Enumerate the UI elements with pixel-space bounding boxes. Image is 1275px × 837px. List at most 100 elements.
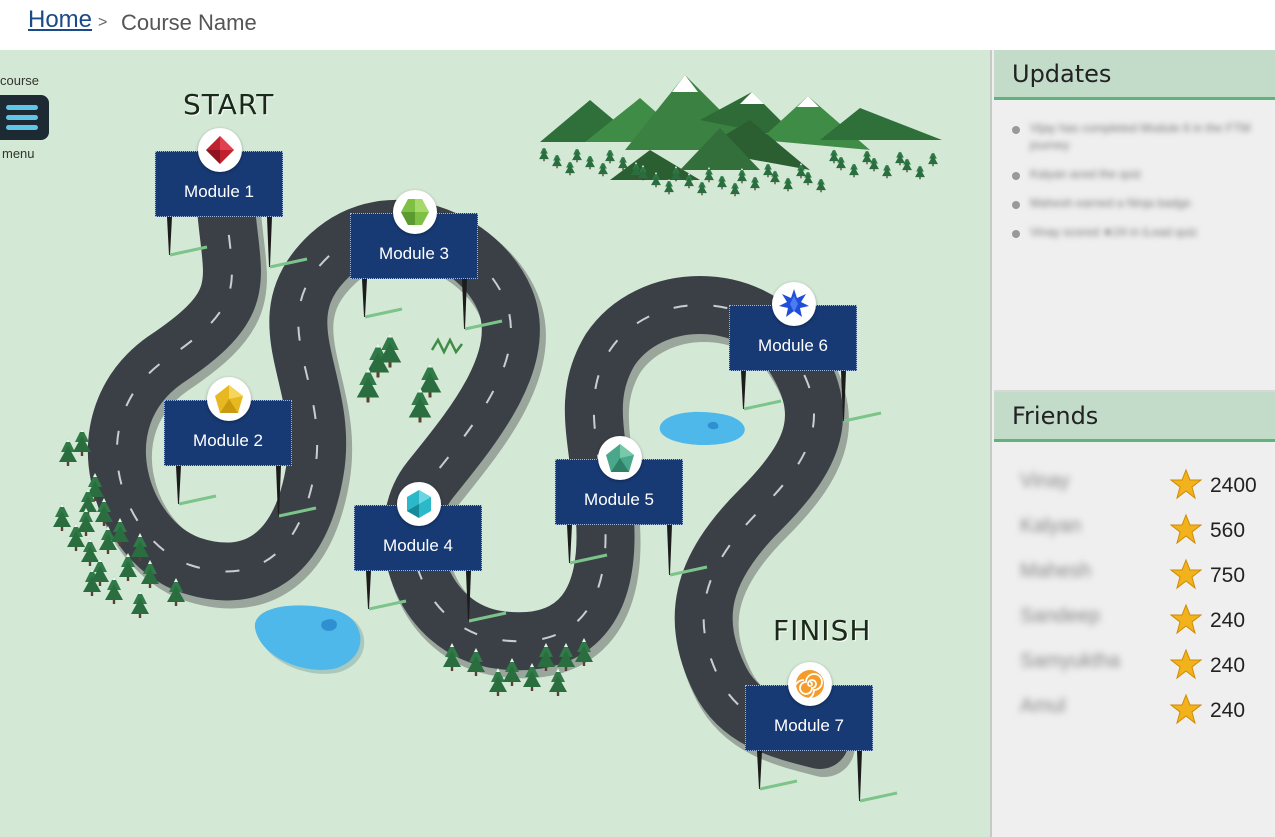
- start-label: START: [183, 88, 275, 121]
- updates-header: Updates: [994, 50, 1275, 100]
- sign-post: [362, 279, 367, 317]
- pine-tree-icon: [605, 147, 615, 164]
- sign-post: [366, 571, 371, 609]
- star-icon: [1169, 693, 1203, 729]
- pine-tree-icon: [81, 538, 99, 566]
- pine-tree-icon: [664, 178, 674, 195]
- module-label: Module 1: [184, 182, 254, 201]
- post-shadow: [368, 599, 407, 611]
- pine-tree-icon: [816, 176, 826, 193]
- module-6-sign[interactable]: Module 6: [729, 282, 857, 371]
- course-name: Course Name: [121, 10, 257, 35]
- post-shadow: [759, 779, 798, 791]
- friend-row[interactable]: Mahesh 750: [1012, 558, 1262, 605]
- pine-tree-icon: [91, 558, 109, 586]
- pine-tree-icon: [539, 145, 549, 162]
- pine-tree-icon: [77, 508, 95, 536]
- friend-name: Kalyan: [1020, 515, 1082, 537]
- update-item: Kalyan aced the quiz: [1010, 166, 1260, 183]
- post-shadow: [843, 411, 882, 423]
- course-menu-top-label: course: [0, 73, 40, 88]
- friend-row[interactable]: Amul 240: [1012, 693, 1262, 740]
- pine-tree-icon: [356, 367, 380, 403]
- module-2-sign[interactable]: Module 2: [164, 377, 292, 466]
- friend-row[interactable]: Samyuktha 240: [1012, 648, 1262, 695]
- friend-score: 240: [1210, 654, 1246, 677]
- friend-score: 560: [1210, 519, 1246, 542]
- friend-name: Amul: [1020, 695, 1066, 717]
- pine-tree-icon: [849, 161, 859, 178]
- module-label: Module 7: [774, 716, 844, 735]
- breadcrumb: Home > Course Name: [0, 0, 1275, 50]
- friend-row[interactable]: Sandeep 240: [1012, 603, 1262, 650]
- pine-tree-icon: [53, 503, 71, 531]
- module-4-sign[interactable]: Module 4: [354, 482, 482, 571]
- pine-tree-icon: [618, 154, 628, 171]
- post-shadow: [178, 494, 217, 506]
- sign-post: [667, 525, 672, 575]
- yellow-pentagon-gem-icon: [207, 377, 251, 421]
- pine-tree-icon: [770, 168, 780, 185]
- friend-score: 240: [1210, 699, 1246, 722]
- star-icon: [1169, 558, 1203, 594]
- course-menu-bottom-label: menu: [2, 146, 35, 161]
- pine-tree-icon: [378, 332, 402, 368]
- star-icon: [1169, 513, 1203, 549]
- pine-tree-icon: [750, 174, 760, 191]
- home-link[interactable]: Home: [28, 6, 92, 34]
- pine-tree-icon: [717, 173, 727, 190]
- pine-tree-icon: [73, 428, 91, 456]
- orange-swirl-icon: [788, 662, 832, 706]
- pine-tree-icon: [585, 153, 595, 170]
- module-label: Module 6: [758, 336, 828, 355]
- pine-tree-icon: [697, 179, 707, 196]
- pine-tree-icon: [408, 387, 432, 423]
- pine-tree-icon: [928, 150, 938, 167]
- updates-title: Updates: [1012, 60, 1112, 88]
- pine-tree-icon: [730, 180, 740, 197]
- sign-post: [176, 466, 181, 504]
- module-label: Module 3: [379, 244, 449, 263]
- friend-row[interactable]: Vinay 2400: [1012, 468, 1262, 515]
- friend-name: Mahesh: [1020, 560, 1092, 582]
- pine-tree-icon: [915, 163, 925, 180]
- sign-post: [757, 751, 762, 789]
- update-item: Vijay has completed Module 6 in the FTM …: [1010, 120, 1260, 154]
- pine-tree-icon: [598, 160, 608, 177]
- pine-tree-icon: [829, 147, 839, 164]
- star-icon: [1169, 468, 1203, 504]
- pine-tree-icon: [862, 148, 872, 165]
- pine-tree-icon: [131, 590, 149, 618]
- sign-post: [741, 371, 746, 409]
- pine-tree-icon: [803, 169, 813, 186]
- pine-tree-icon: [737, 167, 747, 184]
- module-1-sign[interactable]: Module 1: [155, 128, 283, 217]
- cyan-hexagon-gem-icon: [397, 482, 441, 526]
- post-shadow: [169, 245, 208, 257]
- pine-tree-icon: [783, 175, 793, 192]
- pine-tree-icon: [565, 159, 575, 176]
- pine-tree-icon: [869, 155, 879, 172]
- sign-post: [567, 525, 572, 563]
- sidebar: Updates Vijay has completed Module 6 in …: [990, 50, 1275, 837]
- module-label: Module 2: [193, 431, 263, 450]
- sign-post: [167, 217, 172, 255]
- friend-score: 240: [1210, 609, 1246, 632]
- teal-pentagon-gem-icon: [598, 436, 642, 480]
- friend-name: Samyuktha: [1020, 650, 1121, 672]
- friends-header: Friends: [994, 392, 1275, 442]
- friend-row[interactable]: Kalyan 560: [1012, 513, 1262, 560]
- pine-tree-icon: [572, 146, 582, 163]
- course-menu-button[interactable]: [0, 95, 49, 140]
- star-icon: [1169, 648, 1203, 684]
- pine-tree-icon: [836, 154, 846, 171]
- module-label: Module 5: [584, 490, 654, 509]
- module-5-sign[interactable]: Module 5: [555, 436, 683, 525]
- update-item: Mahesh earned a Ninja badge: [1010, 195, 1260, 212]
- friend-score: 2400: [1210, 474, 1257, 497]
- post-shadow: [364, 307, 403, 319]
- module-7-sign[interactable]: Module 7: [745, 662, 873, 751]
- module-3-sign[interactable]: Module 3: [350, 190, 478, 279]
- post-shadow: [859, 791, 898, 803]
- friend-score: 750: [1210, 564, 1246, 587]
